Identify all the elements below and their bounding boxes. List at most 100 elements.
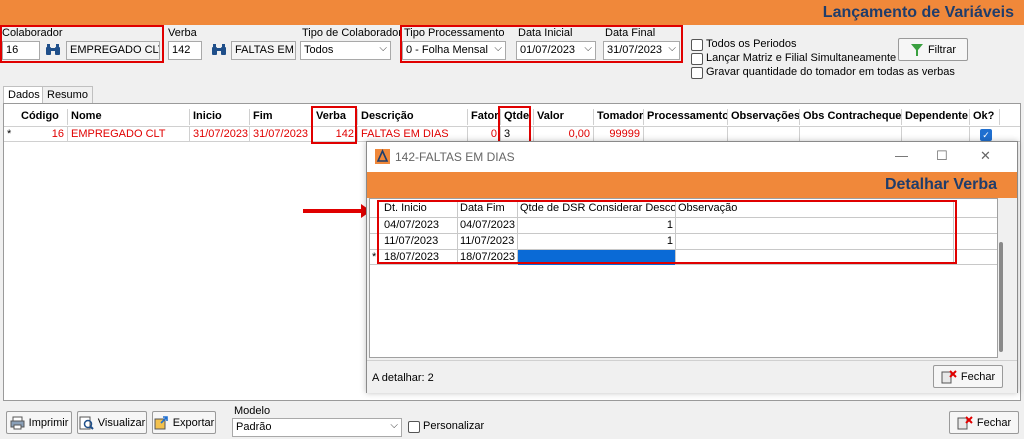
chevron-down-icon: ⌵ [668, 43, 676, 54]
cell-dt-inicio[interactable]: 04/07/2023 [382, 218, 458, 233]
col-verba[interactable]: Verba [313, 109, 358, 125]
cell-descricao[interactable]: FALTAS EM DIAS [358, 127, 468, 142]
tab-dados[interactable]: Dados [3, 86, 45, 104]
dialog-footer: A detalhar: 2 Fechar [367, 360, 1017, 393]
binoculars-icon[interactable] [211, 43, 227, 57]
cell-data-fim[interactable]: 04/07/2023 [458, 218, 518, 233]
cell-qtde[interactable]: 3 [501, 127, 534, 142]
dialog-window-title: 142-FALTAS EM DIAS [395, 150, 515, 164]
cell-dt-inicio[interactable]: 18/07/2023 [382, 250, 458, 265]
cell-tomador[interactable]: 99999 [594, 127, 644, 142]
gravar-quantidade-label: Gravar quantidade do tomador em todas as… [706, 66, 955, 78]
todos-periodos-checkbox[interactable] [691, 39, 703, 51]
tipo-processamento-value: 0 - Folha Mensal [406, 44, 488, 56]
cell-nome[interactable]: EMPREGADO CLT [68, 127, 190, 142]
view-label: Visualizar [97, 416, 146, 429]
col-tomador[interactable]: Tomador [594, 109, 644, 125]
cell-inicio[interactable]: 31/07/2023 [190, 127, 250, 142]
col-codigo[interactable]: Código [18, 109, 68, 125]
cell-fim[interactable]: 31/07/2023 [250, 127, 313, 142]
cell-dt-inicio[interactable]: 11/07/2023 [382, 234, 458, 249]
modelo-select[interactable]: Padrão ⌵ [232, 418, 402, 437]
col-data-fim[interactable]: Data Fim [458, 201, 518, 217]
tipo-processamento-label: Tipo Processamento [404, 27, 505, 39]
table-row[interactable]: 04/07/2023 04/07/2023 1 [370, 217, 997, 233]
lancar-matriz-label: Lançar Matriz e Filial Simultaneamente [706, 52, 897, 64]
cell-data-fim[interactable]: 18/07/2023 [458, 250, 518, 265]
lancar-matriz-checkbox[interactable] [691, 53, 703, 65]
tipo-colaborador-label: Tipo de Colaborador [302, 27, 402, 39]
cell-observacao[interactable] [676, 250, 954, 265]
close-button[interactable]: Fechar [949, 411, 1019, 434]
ok-checkbox[interactable]: ✓ [980, 129, 992, 141]
export-button[interactable]: Exportar [152, 411, 216, 434]
row-marker: * [372, 251, 377, 263]
cell-fator[interactable]: 0 [468, 127, 501, 142]
personalizar-checkbox[interactable] [408, 421, 420, 433]
col-descricao[interactable]: Descrição [358, 109, 468, 125]
data-final-value: 31/07/2023 [607, 44, 663, 56]
data-final-picker[interactable]: 31/07/2023 ⌵ [603, 41, 680, 60]
col-observacao[interactable]: Observação [676, 201, 954, 217]
col-fator[interactable]: Fator [468, 109, 501, 125]
cell-verba[interactable]: 142 [313, 127, 358, 142]
cell-observacao[interactable] [676, 234, 954, 249]
verba-code-input[interactable]: 142 [168, 41, 202, 60]
scrollbar[interactable] [999, 242, 1003, 352]
dialog-close-button[interactable]: Fechar [933, 365, 1003, 388]
cell-processamento[interactable] [644, 127, 728, 142]
cell-qtde-dsr-selected[interactable] [518, 250, 676, 265]
detail-grid[interactable]: Dt. Inicio Data Fim Qtde de DSR Consider… [369, 198, 998, 358]
dialog-close-label: Fechar [960, 370, 996, 383]
colaborador-name-field: EMPREGADO CLT [66, 41, 160, 60]
chevron-down-icon: ⌵ [494, 43, 502, 54]
table-row[interactable]: * 16 EMPREGADO CLT 31/07/2023 31/07/2023… [4, 126, 1020, 142]
col-valor[interactable]: Valor [534, 109, 594, 125]
col-qtde-dsr[interactable]: Qtde de DSR Considerar Desconto [518, 201, 676, 217]
minimize-icon[interactable]: — [895, 148, 908, 163]
col-dt-inicio[interactable]: Dt. Inicio [382, 201, 458, 217]
maximize-icon[interactable]: ☐ [936, 148, 948, 164]
cell-dependente[interactable] [902, 127, 970, 142]
gravar-quantidade-checkbox[interactable] [691, 67, 703, 79]
col-qtde[interactable]: Qtde [501, 109, 534, 125]
cell-codigo[interactable]: 16 [18, 127, 68, 142]
col-fim[interactable]: Fim [250, 109, 313, 125]
col-dependente[interactable]: Dependente [902, 109, 970, 125]
tipo-processamento-select[interactable]: 0 - Folha Mensal ⌵ [402, 41, 506, 60]
filter-icon [910, 43, 923, 56]
filter-button[interactable]: Filtrar [898, 38, 968, 61]
col-nome[interactable]: Nome [68, 109, 190, 125]
cell-qtde-dsr[interactable]: 1 [518, 218, 676, 233]
tipo-colaborador-value: Todos [304, 44, 334, 56]
close-icon[interactable]: ✕ [980, 148, 991, 164]
col-ok[interactable]: Ok? [970, 109, 1000, 125]
view-button[interactable]: Visualizar [77, 411, 147, 434]
table-row[interactable]: 11/07/2023 11/07/2023 1 [370, 233, 997, 249]
col-obs-contracheque[interactable]: Obs Contracheque [800, 109, 902, 125]
data-inicial-picker[interactable]: 01/07/2023 ⌵ [516, 41, 596, 60]
verba-name-field: FALTAS EM [231, 41, 296, 60]
cell-valor[interactable]: 0,00 [534, 127, 594, 142]
verba-label: Verba [168, 27, 197, 39]
chevron-down-icon: ⌵ [584, 43, 592, 54]
cell-observacao[interactable] [676, 218, 954, 233]
modelo-label: Modelo [234, 405, 271, 417]
window-header: Lançamento de Variáveis [0, 0, 1024, 25]
cell-observacoes[interactable] [728, 127, 800, 142]
print-button[interactable]: Imprimir [6, 411, 72, 434]
col-processamento[interactable]: Processamento [644, 109, 728, 125]
table-row[interactable]: * 18/07/2023 18/07/2023 [370, 249, 997, 265]
tab-resumo[interactable]: Resumo [42, 86, 93, 104]
tipo-colaborador-select[interactable]: Todos ⌵ [300, 41, 391, 60]
colaborador-code-input[interactable]: 16 [2, 41, 40, 60]
cell-qtde-dsr[interactable]: 1 [518, 234, 676, 249]
cell-data-fim[interactable]: 11/07/2023 [458, 234, 518, 249]
cell-obs-contracheque[interactable] [800, 127, 902, 142]
close-door-icon [957, 415, 973, 429]
binoculars-icon[interactable] [45, 43, 61, 57]
col-inicio[interactable]: Inicio [190, 109, 250, 125]
personalizar-label: Personalizar [423, 420, 485, 432]
magnifier-icon [79, 416, 94, 430]
col-observacoes[interactable]: Observações [728, 109, 800, 125]
